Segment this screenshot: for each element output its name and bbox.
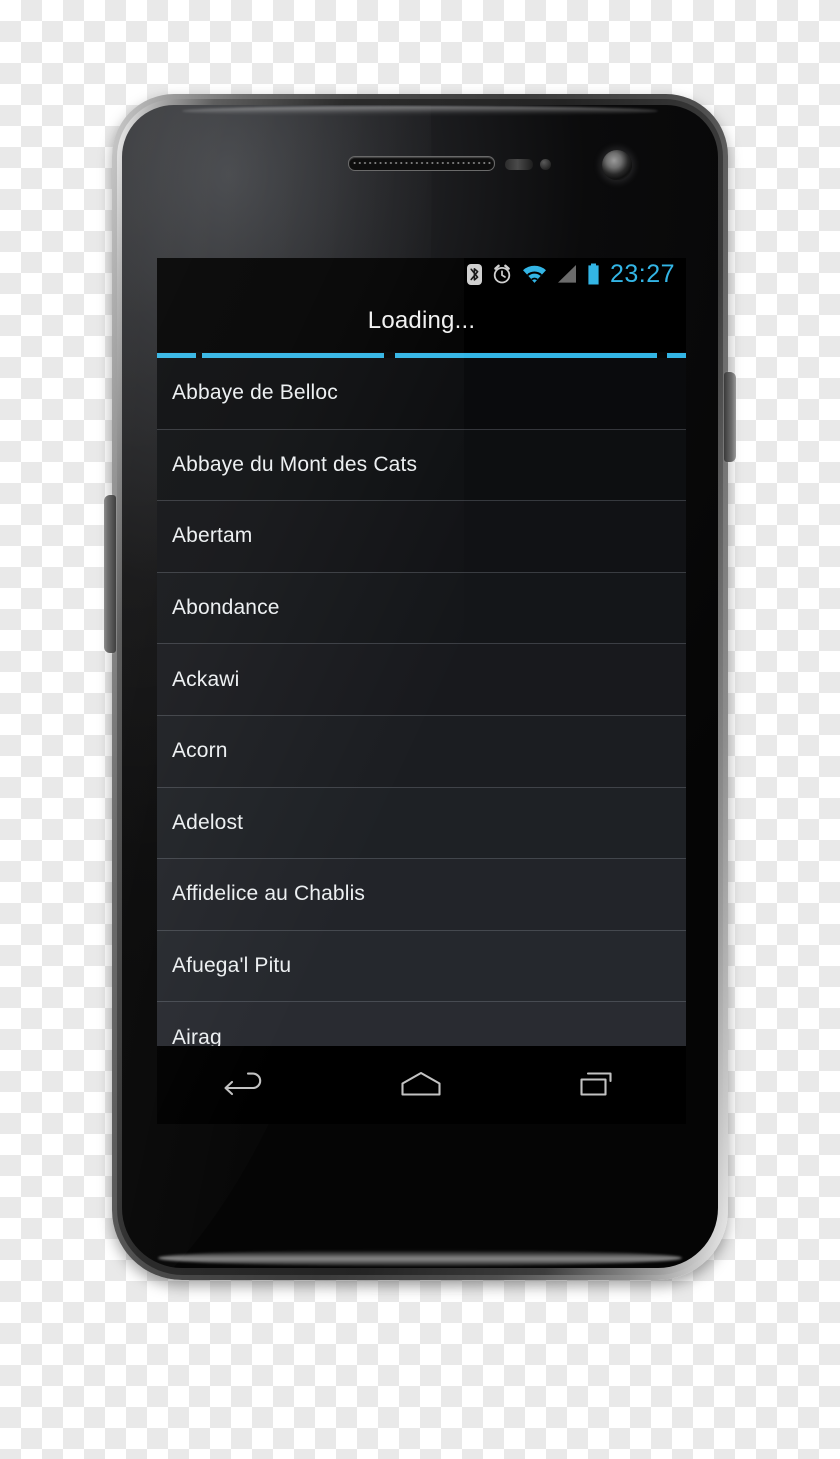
battery-icon (588, 263, 599, 285)
earpiece-speaker-icon (348, 156, 495, 171)
navigation-bar (157, 1046, 686, 1124)
recent-apps-icon (580, 1072, 612, 1096)
volume-rocker-button[interactable] (104, 495, 116, 653)
bottom-rim-highlight (157, 1250, 683, 1266)
page-title: Loading... (367, 307, 476, 334)
home-button[interactable] (361, 1055, 481, 1115)
wifi-icon (522, 265, 546, 283)
list-item-label: Acorn (172, 739, 228, 763)
list-item-label: Affidelice au Chablis (172, 882, 366, 906)
list-item[interactable]: Acorn (157, 715, 686, 788)
light-sensor-icon (540, 159, 551, 170)
list-item-label: Afuega'l Pitu (172, 954, 292, 978)
list-item-label: Abondance (172, 596, 280, 620)
list-item-label: Ackawi (172, 667, 240, 691)
progress-segment (667, 352, 686, 358)
cheese-list[interactable]: Abbaye de Belloc Abbaye du Mont des Cats A… (157, 358, 686, 1124)
list-item[interactable]: Adelost (157, 787, 686, 860)
list-item[interactable]: Abertam (157, 501, 686, 573)
phone-screen: 23:27 Loading... Abbaye de Belloc Abbaye … (157, 258, 686, 1124)
progress-gap (657, 352, 668, 357)
top-rim-highlight (181, 106, 659, 116)
progress-segment (157, 352, 197, 358)
power-button[interactable] (724, 372, 736, 462)
status-bar: 23:27 (157, 258, 686, 290)
bluetooth-icon (466, 263, 482, 285)
list-item-label: Adelost (172, 810, 244, 834)
status-bar-clock: 23:27 (609, 259, 675, 288)
list-item[interactable]: Abbaye du Mont des Cats (157, 429, 686, 502)
home-icon (401, 1071, 442, 1096)
list-item[interactable]: Afuega'l Pitu (157, 930, 686, 1003)
back-button[interactable] (185, 1055, 305, 1115)
list-item[interactable]: Abbaye de Belloc (157, 358, 686, 430)
alarm-clock-icon (493, 264, 511, 284)
list-item[interactable]: Abondance (157, 572, 686, 645)
progress-segment (201, 352, 385, 358)
list-item[interactable]: Ackawi (157, 644, 686, 716)
front-camera-icon (602, 150, 632, 180)
list-item-label: Abbaye de Belloc (172, 381, 338, 405)
progress-segment (395, 352, 657, 358)
list-item-label: Abbaye du Mont des Cats (172, 452, 418, 476)
proximity-sensor-icon (505, 159, 533, 170)
list-item[interactable]: Affidelice au Chablis (157, 859, 686, 931)
list-item-label: Abertam (172, 524, 253, 548)
recents-button[interactable] (538, 1055, 658, 1115)
back-arrow-icon (224, 1072, 262, 1096)
cellular-signal-icon (557, 265, 576, 283)
progress-gap (384, 352, 395, 357)
action-bar: Loading... (157, 290, 686, 352)
